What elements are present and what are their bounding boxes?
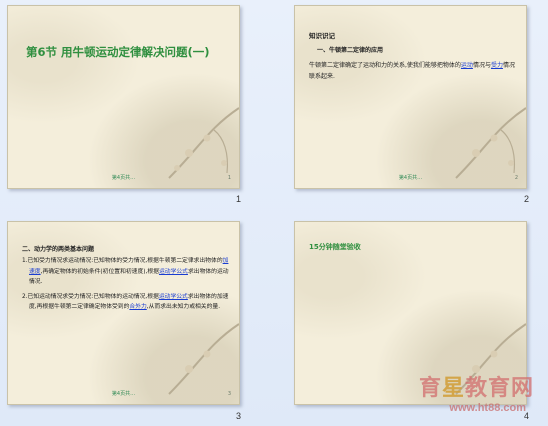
slide-thumbnail-3[interactable]: 二、动力学的两类基本问题 1.已知受力情况求运动情况:已知物体的受力情况,根据牛… [7, 221, 240, 405]
section-subheading: 一、牛顿第二定律的应用 [317, 47, 384, 54]
section-heading: 知识识记 [309, 32, 335, 40]
section-heading: 二、动力学的两类基本问题 [22, 246, 95, 253]
slide-thumbnail-1[interactable]: 第6节 用牛顿运动定律解决问题(一) 第4页共… 1 [7, 5, 240, 189]
slide-body-text: 牛顿第二定律确定了运动和力的关系,使我们能够把物体的运动情况与受力情况联系起来. [309, 62, 515, 80]
slide-index-1: 1 [236, 194, 242, 204]
plum-branch-decoration [455, 107, 526, 179]
site-watermark-url: www.ht88.com [449, 402, 526, 414]
slide-thumbnail-2[interactable]: 知识识记 一、牛顿第二定律的应用 牛顿第二定律确定了运动和力的关系,使我们能够把… [294, 5, 527, 189]
hyperlink-force[interactable]: 受力 [491, 62, 503, 69]
slide-footer: 第4页共… [398, 175, 423, 181]
slide-footer: 第4页共… [111, 175, 136, 181]
slide-title: 第6节 用牛顿运动定律解决问题(一) [26, 45, 210, 59]
slide-page-number: 2 [514, 175, 518, 181]
slide-index-3: 3 [236, 411, 242, 421]
slide-body-text: 1.已知受力情况求运动情况:已知物体的受力情况,根据牛顿第二定律求出物体的加速度… [22, 256, 234, 317]
hyperlink-kinematics-formula[interactable]: 运动学公式 [159, 269, 188, 275]
paragraph-2: 2.已知运动情况求受力情况:已知物体的运动情况,根据运动学公式求出物体的加速度,… [22, 293, 229, 311]
hyperlink-net-force[interactable]: 合外力 [129, 304, 146, 310]
paragraph-1: 1.已知受力情况求运动情况:已知物体的受力情况,根据牛顿第二定律求出物体的加速度… [22, 258, 229, 285]
slide-index-2: 2 [524, 194, 530, 204]
slide-page-number: 3 [227, 391, 231, 397]
site-watermark-logo: 育星教育网 [418, 376, 534, 401]
hyperlink-kinematics-formula-2[interactable]: 运动学公式 [159, 294, 188, 300]
plum-branch-decoration [168, 107, 239, 179]
slide-title: 15分钟随堂验收 [309, 243, 361, 251]
slide-footer: 第4页共… [111, 391, 136, 397]
hyperlink-motion[interactable]: 运动 [461, 62, 473, 69]
slide-page-number: 1 [227, 175, 231, 181]
